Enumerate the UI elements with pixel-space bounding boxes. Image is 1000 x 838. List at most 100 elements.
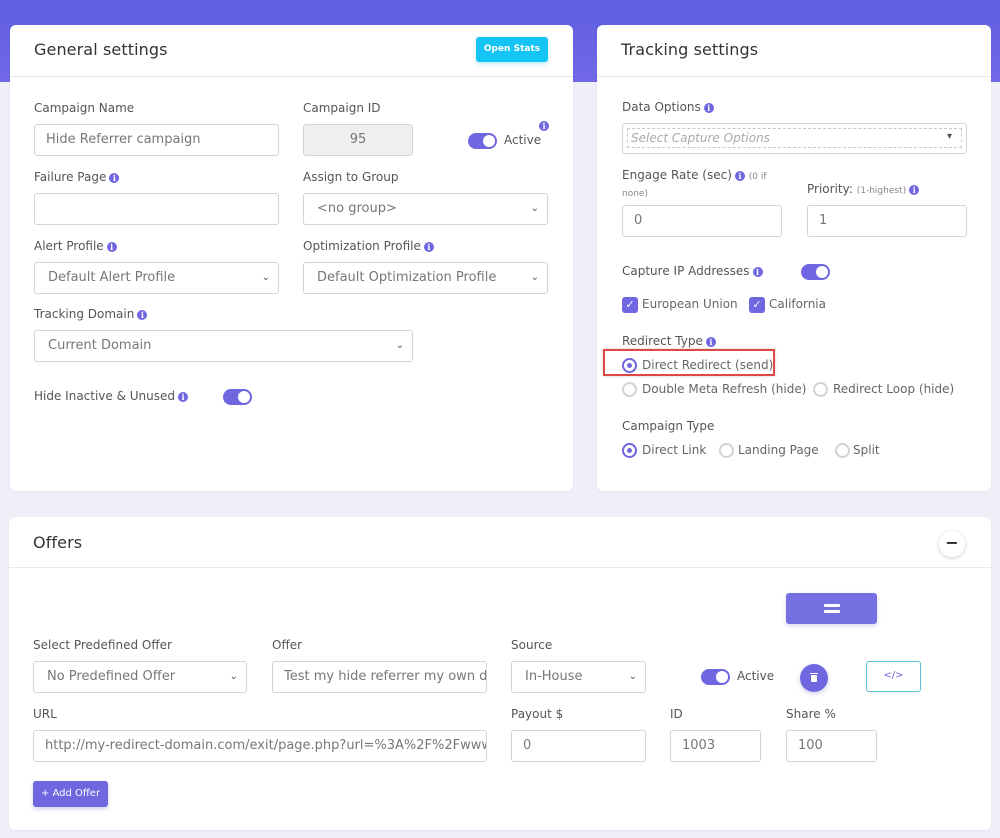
redirect-loop-radio[interactable] (813, 382, 828, 397)
capture-ip-label-text: Capture IP Addresses (622, 264, 750, 278)
redirect-type-label: Redirect Type i (622, 334, 716, 348)
offer-label: Offer (272, 638, 303, 652)
landing-page-radio[interactable] (719, 443, 734, 458)
hide-inactive-label-text: Hide Inactive & Unused (34, 389, 176, 403)
tracking-domain-value: Current Domain (48, 338, 152, 353)
optimization-profile-label: Optimization Profile i (303, 239, 434, 253)
open-stats-button[interactable]: Open Stats (476, 37, 548, 62)
tracking-domain-label-text: Tracking Domain (34, 307, 135, 321)
general-settings-card: General settings Open Stats Campaign Nam… (10, 25, 573, 491)
campaign-id-input: 95 (303, 124, 413, 156)
campaign-id-label: Campaign ID (303, 101, 381, 115)
campaign-active-toggle[interactable] (468, 133, 497, 149)
engage-rate-hint-text: none) (622, 189, 648, 199)
priority-info-icon[interactable]: i (909, 185, 920, 195)
redirect-loop-label: Redirect Loop (hide) (833, 382, 955, 396)
double-meta-refresh-radio[interactable] (622, 382, 637, 397)
capture-ip-info-icon[interactable]: i (752, 267, 763, 277)
split-radio[interactable] (835, 443, 850, 458)
trash-icon (810, 673, 818, 682)
engage-rate-label: Engage Rate (sec) i (0 if (622, 168, 767, 182)
optimization-profile-value: Default Optimization Profile (317, 270, 497, 285)
source-select[interactable]: In-House ⌄ (511, 661, 646, 693)
source-value: In-House (525, 669, 583, 684)
hide-inactive-toggle[interactable] (223, 389, 252, 405)
engage-rate-info-icon[interactable]: i (734, 171, 745, 181)
share-input[interactable]: 100 (786, 730, 877, 762)
failure-page-info-icon[interactable]: i (109, 173, 120, 183)
priority-label: Priority: (1-highest) i (807, 182, 920, 196)
offers-card: Offers − Select Predefined Offer No Pred… (9, 517, 991, 830)
data-options-label: Data Options i (622, 100, 714, 114)
data-options-label-text: Data Options (622, 100, 701, 114)
failure-page-input[interactable] (34, 193, 279, 225)
data-options-select[interactable]: Select Capture Options ▾ (622, 123, 967, 154)
add-offer-button[interactable]: + Add Offer (33, 781, 108, 807)
source-label: Source (511, 638, 553, 652)
hide-inactive-label: Hide Inactive & Unused i (34, 389, 189, 403)
optimization-profile-label-text: Optimization Profile (303, 239, 421, 253)
optimization-profile-info-icon[interactable]: i (423, 242, 434, 252)
capture-ip-toggle[interactable] (801, 264, 830, 280)
engage-rate-input[interactable]: 0 (622, 205, 782, 237)
payout-label: Payout $ (511, 707, 564, 721)
url-input[interactable]: http://my-redirect-domain.com/exit/page.… (33, 730, 487, 762)
priority-hint: (1-highest) (856, 186, 907, 196)
split-label: Split (853, 443, 880, 457)
engage-rate-label-text: Engage Rate (sec) (622, 168, 732, 182)
share-label: Share % (786, 707, 836, 721)
offer-input[interactable]: Test my hide referrer my own do (272, 661, 487, 693)
campaign-active-label: Active (504, 133, 542, 147)
direct-redirect-radio[interactable] (622, 358, 637, 373)
tracking-settings-card: Tracking settings Data Options i Select C… (597, 25, 991, 491)
drag-handle-icon-bar (824, 604, 840, 607)
chevron-down-icon: ⌄ (530, 203, 539, 214)
assign-group-select[interactable]: <no group> ⌄ (303, 193, 548, 225)
direct-link-radio[interactable] (622, 443, 637, 458)
drag-handle-button[interactable] (786, 593, 877, 624)
tracking-domain-info-icon[interactable]: i (137, 310, 148, 320)
alert-profile-info-icon[interactable]: i (106, 242, 117, 252)
double-meta-refresh-label: Double Meta Refresh (hide) (642, 382, 807, 396)
alert-profile-value: Default Alert Profile (48, 270, 176, 285)
failure-page-label-text: Failure Page (34, 170, 107, 184)
predefined-offer-label: Select Predefined Offer (33, 638, 172, 652)
european-union-label: European Union (642, 297, 738, 311)
priority-label-text: Priority: (807, 182, 853, 196)
data-options-info-icon[interactable]: i (703, 103, 714, 113)
chevron-down-icon: ⌄ (395, 340, 404, 351)
campaign-type-label: Campaign Type (622, 419, 715, 433)
hide-inactive-info-icon[interactable]: i (178, 392, 189, 402)
capture-ip-label: Capture IP Addresses i (622, 264, 763, 278)
assign-group-label: Assign to Group (303, 170, 399, 184)
engage-rate-hint: (0 if (748, 172, 767, 182)
chevron-down-icon: ⌄ (229, 671, 238, 682)
landing-page-label: Landing Page (738, 443, 819, 457)
assign-group-value: <no group> (317, 201, 397, 216)
tracking-settings-header: Tracking settings (597, 25, 991, 77)
offer-id-input[interactable]: 1003 (670, 730, 761, 762)
collapse-button[interactable]: − (939, 531, 965, 557)
campaign-name-label: Campaign Name (34, 101, 135, 115)
european-union-checkbox[interactable]: ✓ (622, 297, 638, 313)
delete-offer-button[interactable] (800, 664, 828, 692)
alert-profile-select[interactable]: Default Alert Profile ⌄ (34, 262, 279, 294)
direct-redirect-label: Direct Redirect (send) (642, 358, 774, 372)
priority-input[interactable]: 1 (807, 205, 967, 237)
offers-title: Offers (33, 533, 83, 552)
general-settings-title: General settings (34, 40, 168, 59)
direct-link-label: Direct Link (642, 443, 707, 457)
active-info-icon[interactable]: i (539, 121, 549, 131)
california-checkbox[interactable]: ✓ (749, 297, 765, 313)
campaign-name-input[interactable]: Hide Referrer campaign (34, 124, 279, 156)
predefined-offer-select[interactable]: No Predefined Offer ⌄ (33, 661, 247, 693)
optimization-profile-select[interactable]: Default Optimization Profile ⌄ (303, 262, 548, 294)
payout-input[interactable]: 0 (511, 730, 646, 762)
code-button[interactable]: </> (866, 661, 921, 692)
failure-page-label: Failure Page i (34, 170, 120, 184)
offer-active-toggle[interactable] (701, 669, 730, 685)
alert-profile-label-text: Alert Profile (34, 239, 104, 253)
redirect-type-info-icon[interactable]: i (705, 337, 716, 347)
url-label: URL (33, 707, 57, 721)
tracking-domain-select[interactable]: Current Domain ⌄ (34, 330, 413, 362)
